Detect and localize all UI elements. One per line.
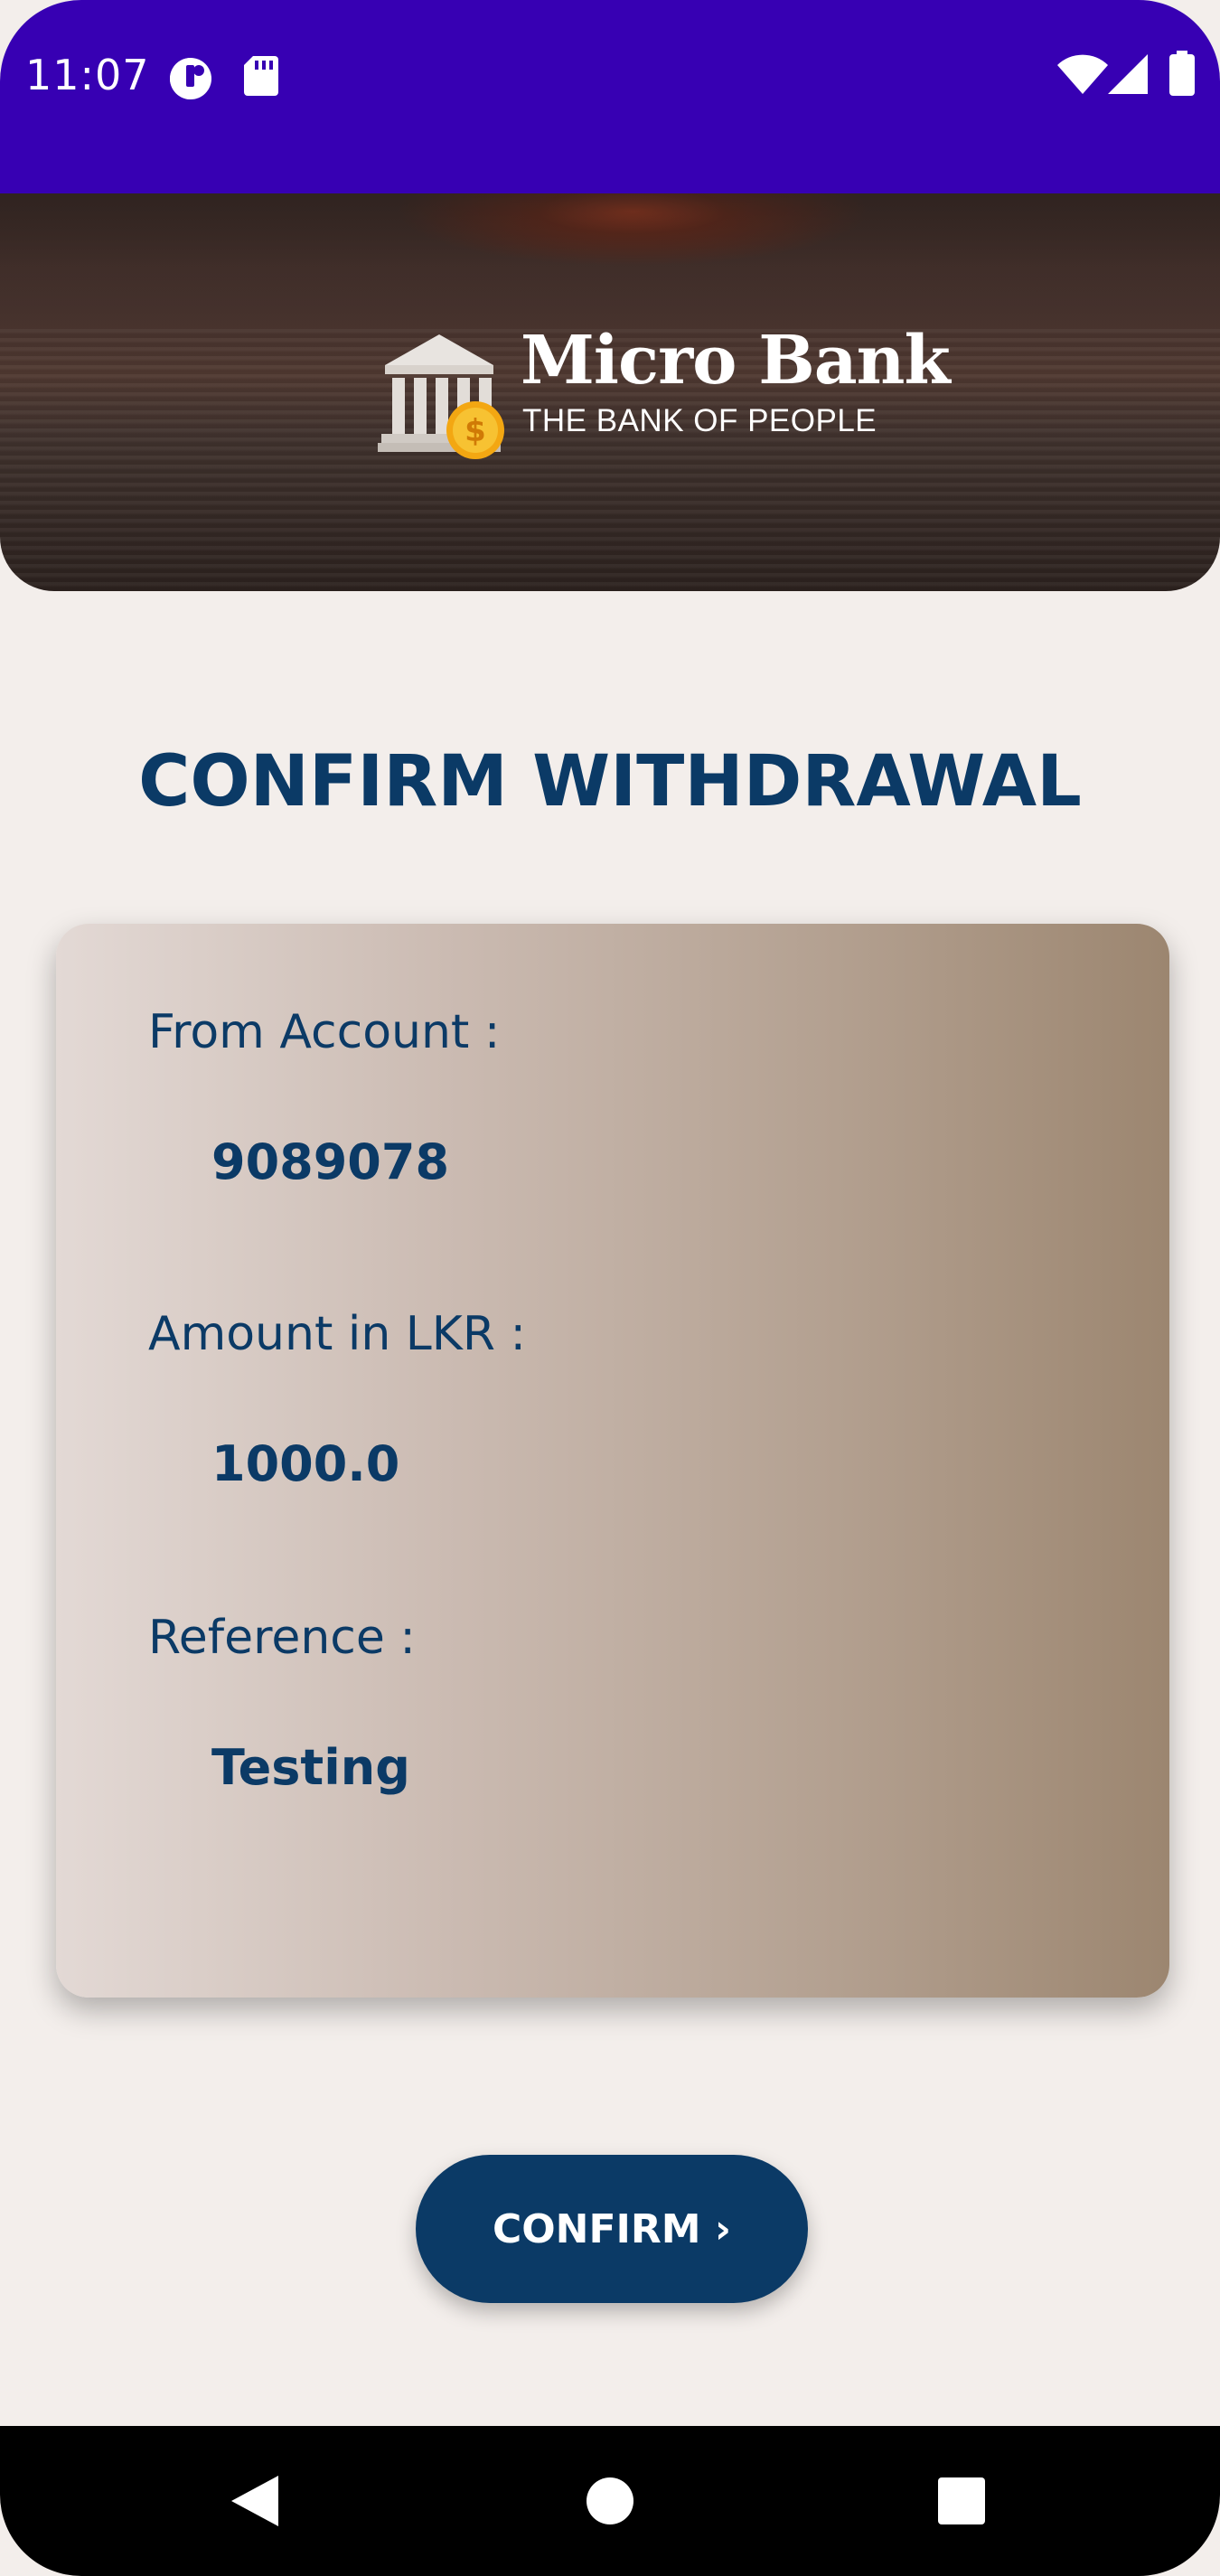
app-logo: $ Micro Bank THE BANK OF PEOPLE — [378, 320, 951, 468]
logo-subtitle: THE BANK OF PEOPLE — [522, 403, 877, 438]
reference-value: Testing — [211, 1739, 410, 1796]
from-account-label: From Account : — [148, 1005, 501, 1059]
amount-value: 1000.0 — [211, 1435, 400, 1492]
signal-icon — [1108, 54, 1148, 94]
coin-symbol: $ — [465, 413, 486, 449]
system-nav-bar — [0, 2426, 1220, 2576]
back-icon[interactable] — [226, 2426, 284, 2576]
recents-icon[interactable] — [934, 2426, 989, 2576]
status-time: 11:07 — [25, 51, 150, 99]
confirm-button[interactable]: CONFIRM › — [416, 2155, 808, 2303]
battery-icon — [1169, 51, 1195, 96]
sd-card-icon — [244, 56, 278, 96]
withdrawal-details-card: From Account : 9089078 Amount in LKR : 1… — [56, 924, 1169, 1998]
reference-label: Reference : — [148, 1611, 416, 1665]
app-screen: 11:07 $ Micro Bank THE BANK OF PEOPLE CO… — [0, 0, 1220, 2576]
data-saver-icon — [168, 56, 213, 101]
bank-building-icon: $ — [378, 329, 513, 468]
logo-title: Micro Bank — [521, 322, 951, 400]
from-account-value: 9089078 — [211, 1133, 450, 1190]
status-bar: 11:07 — [0, 0, 1220, 193]
wifi-icon — [1057, 54, 1108, 94]
confirm-button-label: CONFIRM › — [492, 2205, 732, 2252]
home-icon[interactable] — [584, 2426, 636, 2576]
amount-label: Amount in LKR : — [148, 1307, 527, 1361]
page-title: CONFIRM WITHDRAWAL — [138, 741, 1082, 823]
header-banner: $ Micro Bank THE BANK OF PEOPLE — [0, 193, 1220, 591]
